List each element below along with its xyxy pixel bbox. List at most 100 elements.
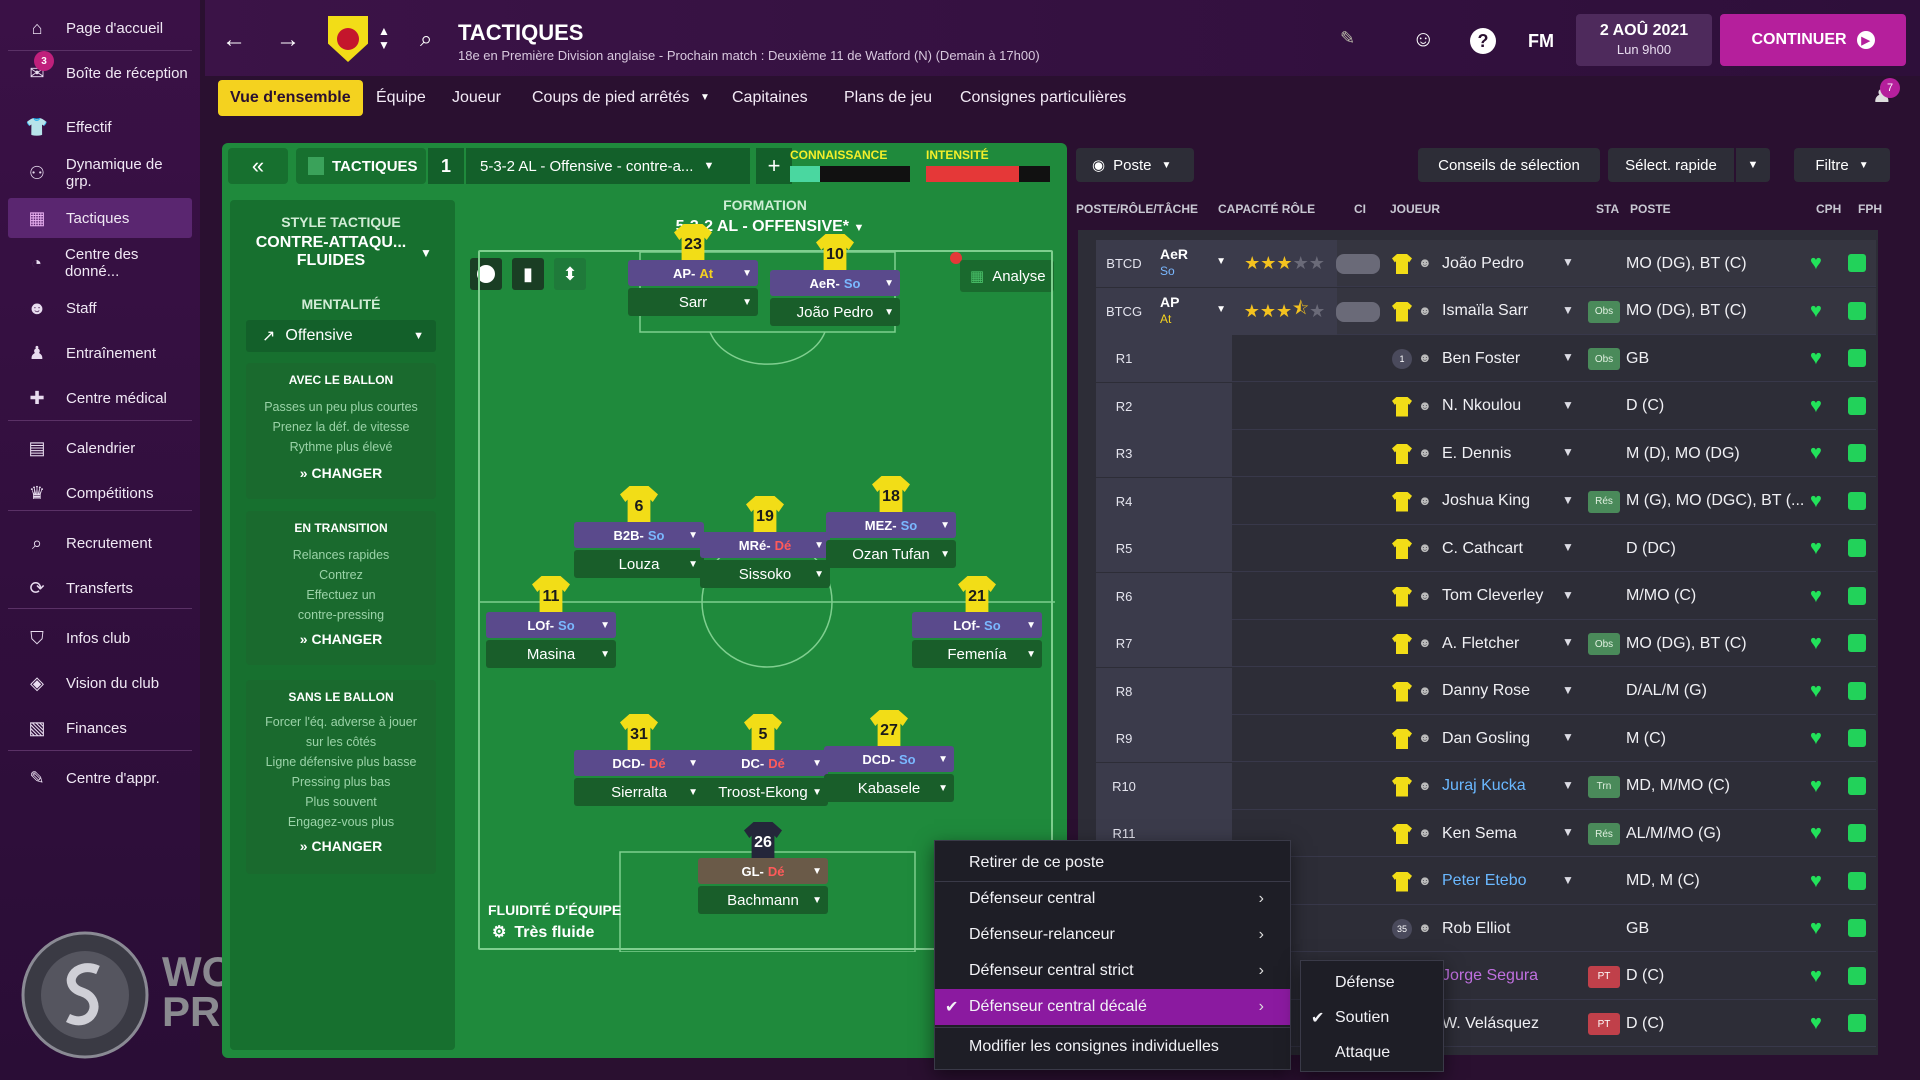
submenu-item[interactable]: Attaque — [1301, 1035, 1443, 1071]
sidebar-item-transferts[interactable]: ⟳ Transferts — [8, 568, 192, 608]
sidebar-item-finances[interactable]: ▧ Finances — [8, 708, 192, 748]
player-name[interactable]: Danny Rose — [1442, 668, 1530, 715]
table-row[interactable]: R10 ☻ Juraj Kucka ▼ Trn MD, M/MO (C) ♥ — [1096, 762, 1876, 810]
chevron-down-icon[interactable]: ▼ — [1562, 778, 1574, 792]
chevron-down-icon[interactable]: ▼ — [1562, 730, 1574, 744]
table-row[interactable]: R2 ☻ N. Nkoulou ▼ D (C) ♥ — [1096, 382, 1876, 430]
table-header[interactable]: FPH — [1858, 202, 1882, 216]
pitch-player[interactable]: 11 LOf - So ▼ Masina ▼ — [486, 576, 616, 686]
player-name[interactable]: Dan Gosling — [1442, 715, 1530, 762]
tactic-slot-number[interactable]: 1 — [428, 148, 464, 184]
table-row[interactable]: BTCD AeR So ▼ ★ ★ ★ ★ ★ ☻ João Pedro ▼ MO (DG), BT (… — [1096, 240, 1876, 287]
instructions-icon[interactable] — [1336, 301, 1380, 322]
context-menu-item[interactable]: Défenseur-relanceur › — [935, 917, 1290, 953]
select-rapide-button[interactable]: Sélect. rapide — [1608, 148, 1734, 182]
submenu-item[interactable]: ✔ Soutien — [1301, 1000, 1443, 1036]
player-name[interactable]: Jorge Segura — [1442, 953, 1538, 1000]
chevron-down-icon[interactable]: ▼ — [1562, 683, 1574, 697]
player-name[interactable]: Ben Foster — [1442, 335, 1520, 382]
role-cell[interactable]: AeR So ▼ — [1152, 240, 1232, 287]
player-name-select[interactable]: Kabasele ▼ — [824, 774, 954, 802]
player-name[interactable]: Juraj Kucka — [1442, 763, 1526, 810]
role-cell[interactable] — [1152, 667, 1232, 715]
context-menu-item[interactable]: Défenseur central strict › — [935, 953, 1290, 989]
context-menu-item[interactable]: Modifier les consignes individuelles — [935, 1029, 1290, 1065]
role-cell[interactable] — [1152, 477, 1232, 525]
pitch-player[interactable]: 27 DCD - So ▼ Kabasele ▼ — [824, 710, 954, 820]
player-name-select[interactable]: Masina ▼ — [486, 640, 616, 668]
submenu-item[interactable]: Défense — [1301, 965, 1443, 1001]
player-name[interactable]: W. Velásquez — [1442, 1000, 1539, 1047]
chevron-down-icon[interactable]: ▼ — [1562, 303, 1574, 317]
tab-2[interactable]: Équipe — [364, 80, 438, 116]
table-row[interactable]: R8 ☻ Danny Rose ▼ D/AL/M (G) ♥ — [1096, 667, 1876, 715]
player-name-select[interactable]: Sierralta ▼ — [574, 778, 704, 806]
player-name-select[interactable]: Troost-Ekong ▼ — [698, 778, 828, 806]
mentalite-select[interactable]: ↗ Offensive ▼ — [246, 320, 436, 352]
player-role[interactable]: LOf - So ▼ — [912, 612, 1042, 638]
player-role[interactable]: GL - Dé ▼ — [698, 858, 828, 884]
chevron-down-icon[interactable]: ▼ — [1562, 873, 1574, 887]
sidebar-item-recrutement[interactable]: ⌕ Recrutement — [8, 523, 192, 563]
context-menu-item[interactable]: Défenseur central › — [935, 881, 1290, 917]
player-role[interactable]: MRé - Dé ▼ — [700, 532, 830, 558]
sidebar-item-centre-des-donn[interactable]: ◔ Centre des donné... — [8, 243, 192, 283]
player-name[interactable]: Ken Sema — [1442, 810, 1517, 857]
changer-button[interactable]: » CHANGER — [246, 465, 436, 481]
role-cell[interactable] — [1152, 382, 1232, 430]
pitch-player[interactable]: 18 MEZ - So ▼ Ozan Tufan ▼ — [826, 476, 956, 586]
sidebar-item-tactiques[interactable]: ▦ Tactiques — [8, 198, 192, 238]
chevron-down-icon[interactable]: ▼ — [1562, 255, 1574, 269]
player-role[interactable]: DCD - So ▼ — [824, 746, 954, 772]
pitch-player[interactable]: 21 LOf - So ▼ Femenía ▼ — [912, 576, 1042, 686]
conseils-button[interactable]: Conseils de sélection — [1418, 148, 1600, 182]
table-row[interactable]: R1 1 ☻ Ben Foster ▼ Obs GB ♥ — [1096, 335, 1876, 382]
player-name-select[interactable]: Sissoko ▼ — [700, 560, 830, 588]
style-value[interactable]: CONTRE-ATTAQU... FLUIDES — [246, 234, 416, 270]
add-tactic-icon[interactable]: + — [756, 148, 792, 184]
table-row[interactable]: R6 ☻ Tom Cleverley ▼ M/MO (C) ♥ — [1096, 572, 1876, 620]
tab-3[interactable]: Joueur — [440, 80, 513, 116]
table-header[interactable]: STA — [1596, 202, 1619, 216]
player-name[interactable]: E. Dennis — [1442, 430, 1511, 477]
tab-4[interactable]: Coups de pied arrêtés — [520, 80, 701, 116]
club-switch-icon[interactable]: ▲ ▼ — [378, 24, 390, 52]
role-cell[interactable]: AP At ▼ — [1152, 287, 1232, 335]
table-row[interactable]: R3 ☻ E. Dennis ▼ M (D), MO (DG) ♥ — [1096, 430, 1876, 477]
player-name[interactable]: João Pedro — [1442, 240, 1524, 287]
table-row[interactable]: BTCG AP At ▼ ★ ★ ★ ⯪ ★ ☻ Ismaïla Sarr ▼ Obs MO (DG), … — [1096, 287, 1876, 335]
player-name[interactable]: A. Fletcher — [1442, 620, 1519, 667]
sidebar-item-dynamique-de-grp[interactable]: ⚇ Dynamique de grp. — [8, 153, 192, 193]
chevron-down-icon[interactable]: ▼ — [1562, 540, 1574, 554]
tab-7[interactable]: Consignes particulières — [948, 80, 1138, 116]
sidebar-item-staff[interactable]: ☻ Staff — [8, 288, 192, 328]
player-name[interactable]: Tom Cleverley — [1442, 573, 1543, 620]
person-sync-icon[interactable]: ☺ — [1412, 26, 1434, 52]
role-cell[interactable] — [1152, 620, 1232, 667]
player-role[interactable]: MEZ - So ▼ — [826, 512, 956, 538]
chevron-down-icon[interactable]: ▼ — [1562, 825, 1574, 839]
changer-button[interactable]: » CHANGER — [246, 838, 436, 854]
changer-button[interactable]: » CHANGER — [246, 631, 436, 647]
role-cell[interactable] — [1152, 715, 1232, 762]
player-role[interactable]: DC - Dé ▼ — [698, 750, 828, 776]
role-cell[interactable] — [1152, 430, 1232, 477]
sidebar-item-centre-d-appr[interactable]: ✎ Centre d'appr. — [8, 758, 192, 798]
forward-arrow-icon[interactable]: → — [276, 26, 300, 54]
player-role[interactable]: AP - At ▼ — [628, 260, 758, 286]
collapse-panel-icon[interactable]: « — [228, 148, 288, 184]
pitch-player[interactable]: 23 AP - At ▼ Sarr ▼ — [628, 224, 758, 334]
chevron-down-icon[interactable]: ▼ — [1562, 445, 1574, 459]
style-chevron-icon[interactable]: ▼ — [420, 246, 432, 260]
player-role[interactable]: LOf - So ▼ — [486, 612, 616, 638]
table-header[interactable]: POSTE — [1630, 202, 1671, 216]
sidebar-item-comp-titions[interactable]: ♛ Compétitions — [8, 473, 192, 513]
table-header[interactable]: CAPACITÉ RÔLE — [1218, 202, 1315, 216]
chevron-down-icon[interactable]: ▼ — [1562, 588, 1574, 602]
sidebar-item-vision-du-club[interactable]: ◈ Vision du club — [8, 663, 192, 703]
player-name-select[interactable]: Bachmann ▼ — [698, 886, 828, 914]
table-row[interactable]: R5 ☻ C. Cathcart ▼ D (DC) ♥ — [1096, 525, 1876, 572]
sidebar-item-calendrier[interactable]: ▤ Calendrier — [8, 428, 192, 468]
role-cell[interactable] — [1152, 525, 1232, 572]
sidebar-item-centre-m-dical[interactable]: ✚ Centre médical — [8, 378, 192, 418]
